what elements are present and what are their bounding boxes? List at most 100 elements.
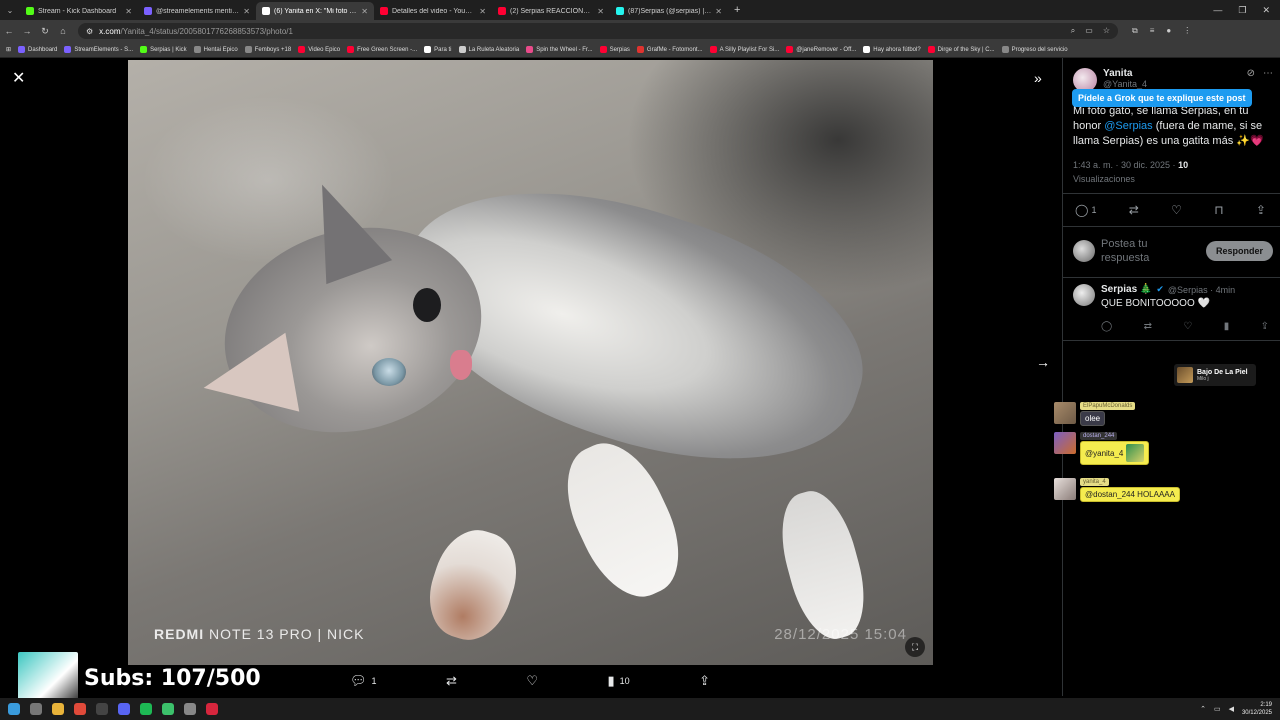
close-icon[interactable]: ✕ [479,7,486,16]
back-icon[interactable]: ← [0,26,18,36]
like-button[interactable]: ♡ [526,673,538,689]
bookmark-item[interactable]: Spin the Wheel - Fr... [526,46,593,53]
views-button[interactable]: ▮ 10 [607,673,629,689]
extensions-icon[interactable]: ⧉ [1132,26,1138,36]
bookmark-item[interactable]: Free Green Screen -... [347,46,417,53]
author-name[interactable]: Yanita [1103,68,1147,79]
bookmark-favicon-icon [636,46,644,53]
grok-icon[interactable]: ⊘ [1247,68,1255,79]
system-clock[interactable]: 2:19 30/12/2025 [1242,701,1272,717]
reload-icon[interactable]: ↻ [36,26,54,37]
window-close-icon[interactable]: ✕ [1262,5,1270,16]
reply-button[interactable]: ◯ 1 [1075,203,1096,217]
bookmark-favicon-icon [927,46,935,53]
bookmark-item[interactable]: Dirge of the Sky | C... [927,46,995,53]
close-icon[interactable]: ✕ [243,7,250,16]
share-button[interactable]: ⇪ [699,673,710,689]
reply-submit-button[interactable]: Responder [1205,241,1273,261]
bookmark-item[interactable]: Video Epico [298,46,340,53]
search-icon[interactable] [30,703,42,715]
tab-search-icon[interactable]: ⌄ [0,0,20,20]
repost-icon[interactable]: ⇄ [1144,321,1152,332]
new-tab-button[interactable]: + [728,4,746,16]
next-arrow-icon[interactable]: → [1036,354,1050,370]
image-options-icon[interactable]: ⛶ [905,637,925,657]
site-info-icon[interactable]: ⚙ [86,27,93,36]
bookmark-folder[interactable]: Femboys +18 [244,46,291,53]
bookmark-item[interactable]: La Ruleta Aleatoria [458,46,519,53]
reply-author-name[interactable]: Serpias 🎄 [1101,284,1152,295]
bookmark-item[interactable]: Serpias | Kick [140,46,187,53]
minimize-icon[interactable]: — [1213,5,1222,16]
folder-icon[interactable] [52,703,64,715]
chat-text: @dostan_244 HOLAAAA [1080,487,1180,502]
browser-menu-icon[interactable]: ⋮ [1183,26,1191,36]
close-icon[interactable]: ✕ [715,7,722,16]
bookmark-favicon-icon [347,46,355,53]
bookmark-item[interactable]: StreamElements - S... [64,46,133,53]
bookmark-item[interactable]: GrafMe - Fotomont... [636,46,703,53]
tiktok-icon [616,7,624,15]
share-button[interactable]: ⇪ [1256,203,1266,217]
tab-streamelements[interactable]: @streamelements mention ✕ [138,2,256,20]
close-icon[interactable]: ✕ [361,7,368,16]
app-icon[interactable] [206,703,218,715]
discord-icon[interactable] [118,703,130,715]
close-icon[interactable]: ✕ [125,7,132,16]
address-bar[interactable]: ⚙ x.com/Yanita_4/status/2005801776268853… [78,23,1118,39]
app-icon[interactable] [184,703,196,715]
like-button[interactable]: ♡ [1171,203,1182,217]
comment-icon[interactable]: ◯ [1101,321,1112,332]
collapse-panel-icon[interactable]: » [1034,70,1042,86]
chat-text: olee [1080,411,1106,426]
chevron-up-icon[interactable]: ⌃ [1200,705,1206,713]
bookmark-item[interactable]: Dashboard [18,46,57,53]
cast-icon[interactable]: ▭ [1085,26,1093,36]
avatar[interactable] [1073,284,1095,306]
forward-icon[interactable]: → [18,26,36,36]
bookmark-item[interactable]: @janeRemover - Off... [786,46,856,53]
author-handle[interactable]: @Yanita_4 [1103,79,1147,89]
tab-kick-dashboard[interactable]: Stream - Kick Dashboard ✕ [20,2,138,20]
bookmark-button[interactable]: ⊓ [1214,203,1223,217]
bookmark-item[interactable]: A Silly Playlist For Si... [709,46,779,53]
tab-x-post[interactable]: (6) Yanita en X: "Mi foto gato, s✕ [256,2,374,20]
media-icon[interactable]: ≡ [1150,26,1155,36]
mention-link[interactable]: @Serpias [1104,120,1152,132]
heart-icon[interactable]: ♡ [1183,321,1192,332]
app-icon[interactable] [162,703,174,715]
close-icon[interactable]: ✕ [597,7,604,16]
bookmark-folder[interactable]: Progreso del servicio [1001,46,1068,53]
tab-tiktok[interactable]: (87)Serpias (@serpias) | TikTok✕ [610,2,728,20]
bar-chart-icon[interactable]: ▮ [1224,321,1230,332]
reply-button[interactable]: 💬︎ 1 [350,673,377,689]
close-icon[interactable]: ✕ [12,68,25,88]
zoom-icon[interactable]: ⌕ [1071,26,1075,36]
share-icon[interactable]: ⇪ [1261,321,1269,332]
bookmark-item[interactable]: Para ti [424,46,452,53]
bookmark-item[interactable]: Hay ahora fútbol? [863,46,921,53]
home-icon[interactable]: ⌂ [54,26,72,36]
bookmark-star-icon[interactable]: ☆ [1103,26,1110,36]
comment-icon: ◯ [1075,203,1089,217]
obs-icon[interactable] [96,703,108,715]
volume-icon[interactable]: ◀ [1229,705,1234,713]
reply-item[interactable]: Serpias 🎄 ✔ @Serpias · 4min QUE BONITOOO… [1073,284,1273,332]
chrome-icon[interactable] [74,703,86,715]
post-timestamp[interactable]: 1:43 a. m. · 30 dic. 2025 · [1073,160,1178,170]
spotify-icon[interactable] [140,703,152,715]
bookmark-item[interactable]: Serpias [599,46,630,53]
repost-button[interactable]: ⇄ [446,673,457,689]
kick-icon [26,7,34,15]
bookmark-folder[interactable]: Hentai Epico [193,46,238,53]
reply-input[interactable]: Postea tu respuesta [1101,237,1197,265]
start-icon[interactable] [8,703,20,715]
maximize-icon[interactable]: ❐ [1238,5,1246,16]
tab-youtube-video[interactable]: (2) Serpias REACCIONA a 1000✕ [492,2,610,20]
repost-button[interactable]: ⇄ [1129,203,1139,217]
profile-avatar-icon[interactable]: ● [1166,26,1171,36]
tab-youtube-studio[interactable]: Detalles del video - YouTube St✕ [374,2,492,20]
network-icon[interactable]: ▭ [1214,705,1221,713]
more-options-icon[interactable]: ⋯ [1263,68,1273,79]
apps-icon[interactable]: ⊞ [6,46,11,53]
